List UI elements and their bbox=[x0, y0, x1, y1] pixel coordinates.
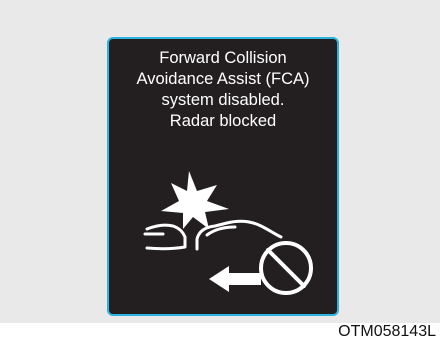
figure-code: OTM058143L bbox=[338, 323, 436, 340]
fca-collision-disabled-icon bbox=[143, 171, 313, 295]
warning-line-3: system disabled. bbox=[161, 91, 285, 109]
front-car-icon bbox=[195, 219, 283, 251]
prohibited-icon bbox=[259, 241, 313, 295]
collision-star-icon bbox=[161, 171, 229, 229]
warning-message: Forward Collision Avoidance Assist (FCA)… bbox=[109, 48, 337, 132]
warning-line-4: Radar blocked bbox=[169, 112, 277, 130]
rear-car-icon bbox=[145, 223, 187, 251]
warning-line-2: Avoidance Assist (FCA) bbox=[136, 70, 310, 88]
figure-panel: Forward Collision Avoidance Assist (FCA)… bbox=[0, 0, 440, 323]
arrow-left-icon bbox=[209, 266, 261, 292]
cluster-warning-display: Forward Collision Avoidance Assist (FCA)… bbox=[107, 37, 339, 316]
warning-line-1: Forward Collision bbox=[159, 49, 287, 67]
